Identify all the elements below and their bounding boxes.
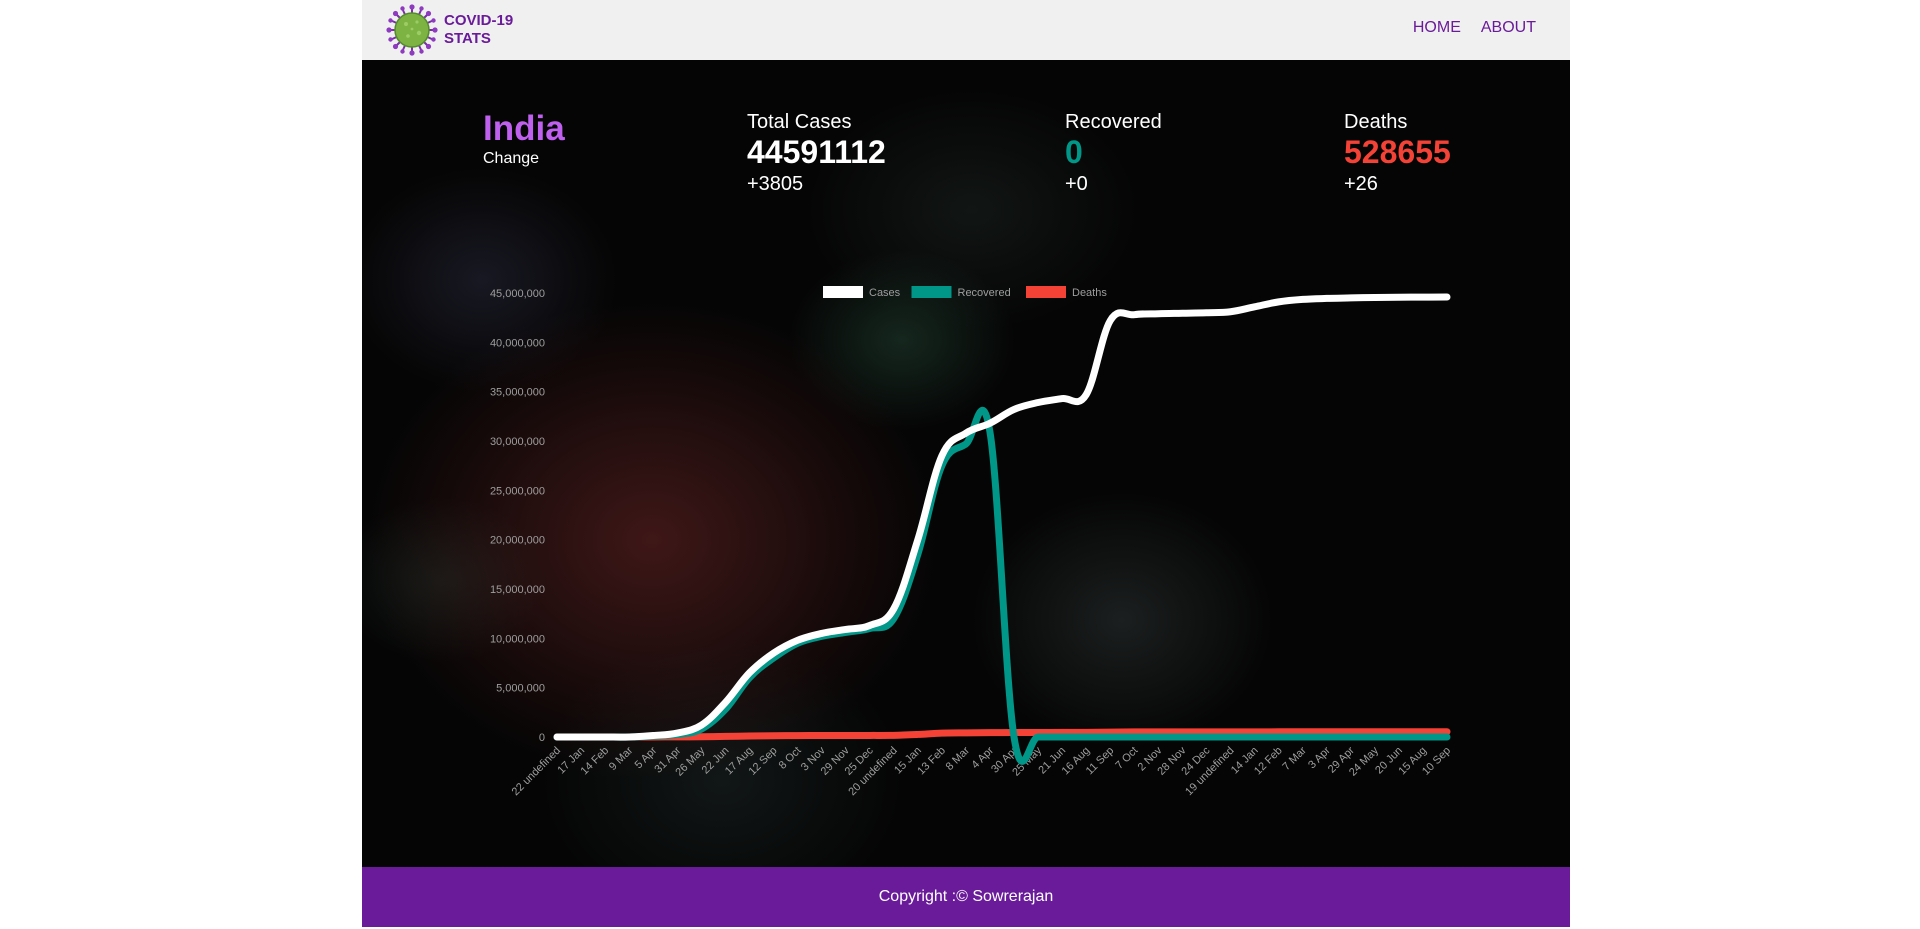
y-tick-label: 10,000,000: [490, 633, 545, 645]
cases-line-chart[interactable]: 0 5,000,000 10,000,000 15,000,000 20,000,000…: [362, 60, 1570, 867]
series-line-cases: [553, 293, 1451, 741]
legend-label-cases: Cases: [869, 287, 901, 299]
nav-links: HOME ABOUT: [1413, 19, 1536, 37]
brand-line-1: COVID-19: [444, 12, 514, 29]
chart-area: 0 5,000,000 10,000,000 15,000,000 20,000,000…: [362, 60, 1570, 867]
y-tick-label: 40,000,000: [490, 337, 545, 349]
navbar: COVID-19 STATS HOME ABOUT: [362, 0, 1570, 60]
x-tick-label: 8 Oct: [777, 745, 804, 772]
legend-label-deaths: Deaths: [1072, 287, 1107, 299]
y-tick-label: 35,000,000: [490, 387, 545, 399]
nav-home-link[interactable]: HOME: [1413, 19, 1461, 37]
x-tick-label: 22 undefined: [510, 745, 563, 798]
copyright-text: Copyright :© Sowrerajan: [878, 888, 1054, 905]
x-tick-label: 9 Mar: [607, 744, 636, 773]
legend-swatch-cases: [823, 286, 863, 298]
y-tick-label: 0: [539, 732, 545, 744]
y-tick-label: 30,000,000: [490, 436, 545, 448]
x-tick-label: 7 Oct: [1113, 745, 1140, 772]
virus-icon: [386, 4, 438, 56]
y-tick-label: 20,000,000: [490, 535, 545, 547]
y-tick-label: 5,000,000: [496, 683, 545, 695]
series-line-recovered: [553, 406, 1451, 765]
y-tick-label: 45,000,000: [490, 288, 545, 300]
brand-line-2: STATS: [444, 30, 491, 47]
y-tick-label: 15,000,000: [490, 584, 545, 596]
x-tick-label: 7 Mar: [1280, 744, 1309, 773]
footer: Copyright :© Sowrerajan: [362, 867, 1570, 927]
y-tick-label: 25,000,000: [490, 485, 545, 497]
x-tick-label: 8 Mar: [944, 744, 973, 773]
legend-label-recovered: Recovered: [958, 287, 1011, 299]
legend-swatch-recovered: [911, 286, 952, 298]
nav-about-link[interactable]: ABOUT: [1481, 19, 1536, 37]
app-root: COVID-19 STATS HOME ABOUT India Change T…: [362, 0, 1570, 929]
stats-hero: India Change Total Cases 44591112 +3805 …: [362, 60, 1570, 867]
brand-logo[interactable]: COVID-19 STATS: [386, 4, 513, 56]
legend-swatch-deaths: [1026, 286, 1066, 298]
brand-text: COVID-19 STATS: [444, 12, 513, 48]
